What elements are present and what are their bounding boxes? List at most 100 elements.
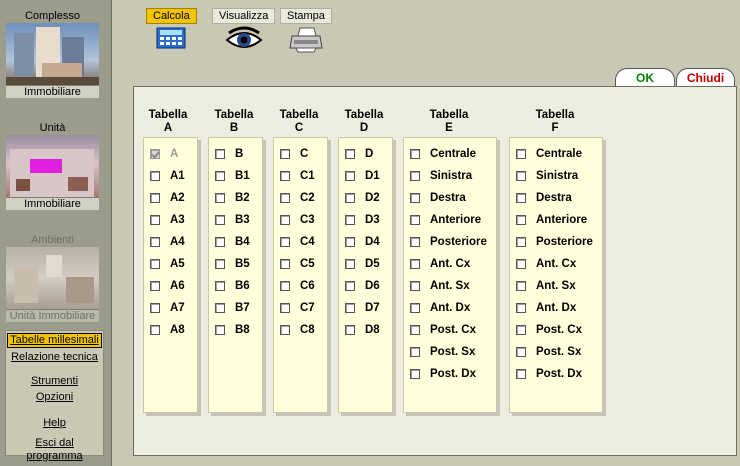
checkbox-row-f-post-sx[interactable]: Post. Sx [516,345,581,359]
checkbox[interactable] [516,259,526,269]
checkbox-row-f-ant-sx[interactable]: Ant. Sx [516,279,576,293]
checkbox[interactable] [215,325,225,335]
checkbox[interactable] [150,215,160,225]
checkbox-row-f-ant-cx[interactable]: Ant. Cx [516,257,576,271]
checkbox[interactable] [150,325,160,335]
checkbox[interactable] [410,347,420,357]
checkbox[interactable] [215,281,225,291]
checkbox[interactable] [410,149,420,159]
checkbox-row-e-posteriore[interactable]: Posteriore [410,235,487,249]
checkbox-row-f-destra[interactable]: Destra [516,191,572,205]
checkbox[interactable] [215,193,225,203]
checkbox-row-a8[interactable]: A8 [150,323,185,337]
menu-esci[interactable]: Esci dal programma [6,437,103,463]
checkbox-row-e-centrale[interactable]: Centrale [410,147,476,161]
checkbox-row-f-post-dx[interactable]: Post. Dx [516,367,582,381]
checkbox[interactable] [516,237,526,247]
checkbox-row-b2[interactable]: B2 [215,191,250,205]
checkbox[interactable] [150,303,160,313]
checkbox-row-c[interactable]: C [280,147,308,161]
checkbox-row-e-post-dx[interactable]: Post. Dx [410,367,476,381]
menu-strumenti[interactable]: Strumenti [6,375,103,388]
checkbox-row-e-destra[interactable]: Destra [410,191,466,205]
checkbox-row-f-centrale[interactable]: Centrale [516,147,582,161]
checkbox-row-f-posteriore[interactable]: Posteriore [516,235,593,249]
checkbox[interactable] [150,171,160,181]
checkbox[interactable] [516,215,526,225]
checkbox[interactable] [516,193,526,203]
checkbox-row-d[interactable]: D [345,147,373,161]
checkbox[interactable] [516,171,526,181]
checkbox[interactable] [516,149,526,159]
checkbox-row-b8[interactable]: B8 [215,323,250,337]
checkbox[interactable] [150,259,160,269]
checkbox-row-b5[interactable]: B5 [215,257,250,271]
checkbox-row-a1[interactable]: A1 [150,169,185,183]
checkbox[interactable] [215,303,225,313]
menu-tabelle-millesimali[interactable]: Tabelle millesimali [7,333,102,348]
checkbox[interactable] [345,281,355,291]
checkbox-row-c1[interactable]: C1 [280,169,315,183]
checkbox[interactable] [516,281,526,291]
checkbox[interactable] [410,171,420,181]
checkbox[interactable] [280,325,290,335]
checkbox[interactable] [345,149,355,159]
checkbox[interactable] [345,215,355,225]
checkbox-row-f-anteriore[interactable]: Anteriore [516,213,587,227]
menu-help[interactable]: Help [6,417,103,430]
checkbox[interactable] [280,171,290,181]
checkbox-row-c6[interactable]: C6 [280,279,315,293]
chiudi-button[interactable]: Chiudi [676,68,735,88]
checkbox[interactable] [280,281,290,291]
checkbox-row-d1[interactable]: D1 [345,169,380,183]
checkbox-row-b6[interactable]: B6 [215,279,250,293]
checkbox-row-d3[interactable]: D3 [345,213,380,227]
checkbox-row-d2[interactable]: D2 [345,191,380,205]
checkbox[interactable] [345,193,355,203]
checkbox[interactable] [280,215,290,225]
checkbox[interactable] [516,347,526,357]
checkbox-row-a2[interactable]: A2 [150,191,185,205]
checkbox[interactable] [280,259,290,269]
checkbox-row-e-ant-sx[interactable]: Ant. Sx [410,279,470,293]
checkbox-row-a5[interactable]: A5 [150,257,185,271]
checkbox-row-b[interactable]: B [215,147,243,161]
checkbox[interactable] [215,215,225,225]
checkbox-row-c2[interactable]: C2 [280,191,315,205]
checkbox-row-d8[interactable]: D8 [345,323,380,337]
checkbox[interactable] [215,149,225,159]
checkbox-row-b3[interactable]: B3 [215,213,250,227]
visualizza-button[interactable]: Visualizza [212,8,276,59]
menu-relazione-tecnica[interactable]: Relazione tecnica [6,351,103,364]
checkbox[interactable] [410,325,420,335]
checkbox[interactable] [410,281,420,291]
checkbox[interactable] [516,303,526,313]
checkbox-row-e-ant-cx[interactable]: Ant. Cx [410,257,470,271]
checkbox-row-e-sinistra[interactable]: Sinistra [410,169,472,183]
checkbox[interactable] [410,369,420,379]
checkbox[interactable] [345,171,355,181]
checkbox-row-c7[interactable]: C7 [280,301,315,315]
checkbox-row-a7[interactable]: A7 [150,301,185,315]
checkbox[interactable] [410,303,420,313]
unita-immobiliare-card[interactable]: Unità Immobiliare [6,121,99,210]
checkbox-row-a4[interactable]: A4 [150,235,185,249]
ok-button[interactable]: OK [615,68,675,88]
checkbox-row-b7[interactable]: B7 [215,301,250,315]
checkbox-row-d6[interactable]: D6 [345,279,380,293]
checkbox-row-b1[interactable]: B1 [215,169,250,183]
checkbox[interactable] [516,325,526,335]
menu-opzioni[interactable]: Opzioni [6,391,103,404]
complesso-immobiliare-card[interactable]: Complesso Immobiliare [6,9,99,98]
checkbox[interactable] [215,259,225,269]
checkbox[interactable] [150,237,160,247]
checkbox[interactable] [280,237,290,247]
checkbox[interactable] [410,215,420,225]
stampa-button[interactable]: Stampa [280,8,332,59]
checkbox[interactable] [410,259,420,269]
checkbox-row-c5[interactable]: C5 [280,257,315,271]
checkbox[interactable] [280,149,290,159]
checkbox-row-e-post-cx[interactable]: Post. Cx [410,323,476,337]
checkbox[interactable] [345,259,355,269]
checkbox[interactable] [280,193,290,203]
